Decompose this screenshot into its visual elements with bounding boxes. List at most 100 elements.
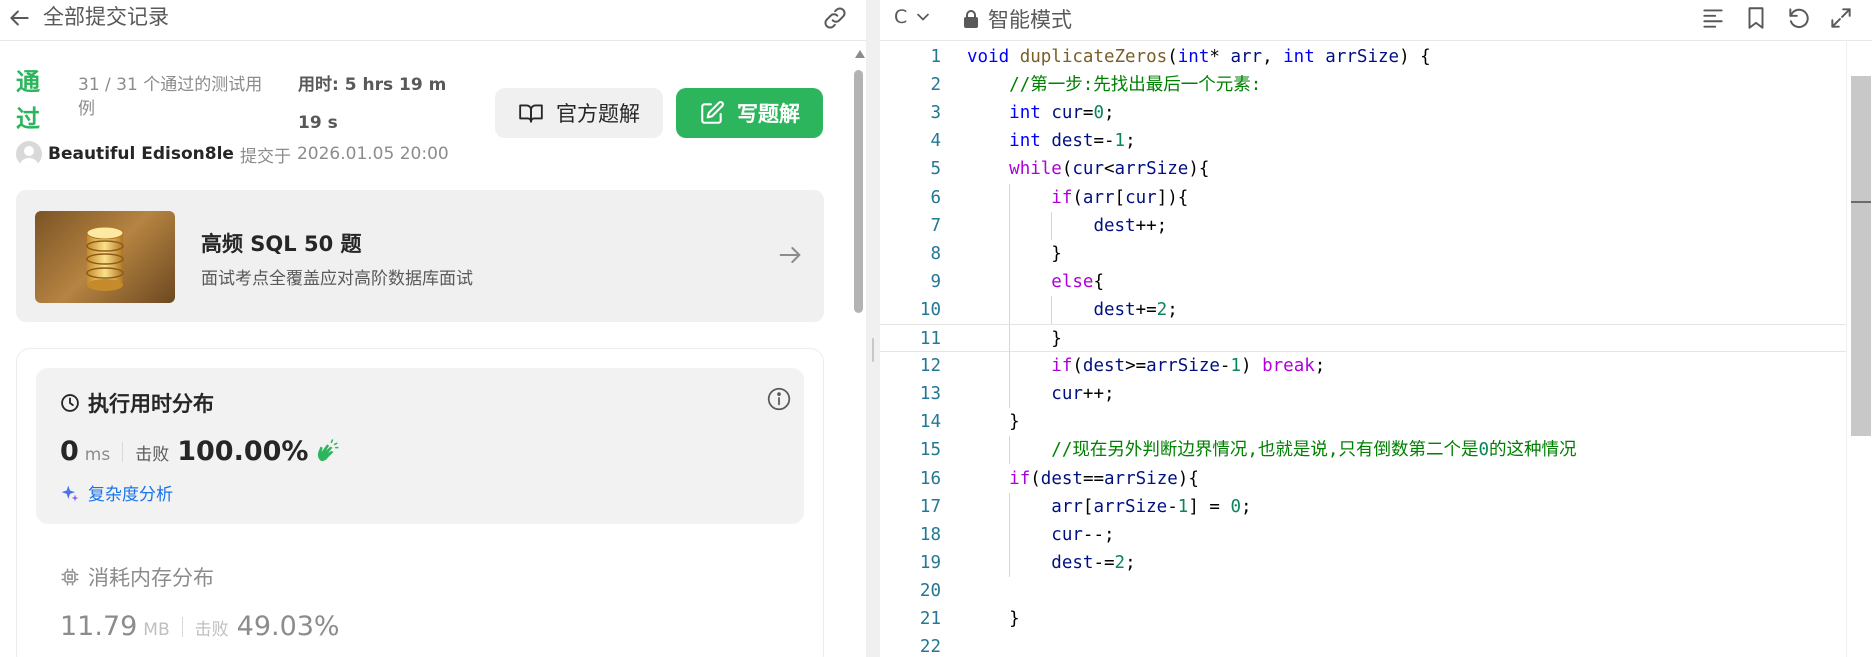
editor-scrollbar[interactable] (1846, 42, 1872, 657)
code-text: arr[arrSize-1] = 0; (1051, 496, 1252, 517)
code-text: while(cur<arrSize){ (1009, 159, 1210, 180)
code-editor[interactable]: 1 void duplicateZeros(int* arr, int arrSi… (880, 42, 1872, 657)
line-number: 6 (930, 187, 941, 208)
left-scrollbar[interactable] (852, 48, 866, 657)
code-line[interactable]: 5 while(cur<arrSize){ (880, 155, 1870, 183)
runtime-beats: 100.00% (177, 436, 309, 467)
code-text: dest++; (1093, 215, 1168, 236)
smart-mode-toggle[interactable]: 智能模式 (962, 4, 1072, 34)
avatar[interactable] (16, 141, 42, 167)
code-line[interactable]: 21 } (880, 605, 1870, 633)
expand-icon[interactable] (1828, 5, 1854, 31)
code-line[interactable]: 22 (880, 633, 1870, 657)
line-number: 19 (919, 552, 941, 573)
code-line[interactable]: 12 if(dest>=arrSize-1) break; (880, 352, 1870, 381)
code-line[interactable]: 7 dest++; (880, 211, 1870, 240)
code-panel: C 智能模式 1 void duplicateZeros(int* arr, i… (880, 0, 1872, 657)
sparkle-icon (61, 485, 79, 501)
arrow-right-icon (779, 247, 801, 263)
testcases-passed: 31 / 31 个通过的测试用例 (78, 75, 263, 119)
runtime-distribution[interactable]: 执行用时分布 0 ms 击败 100.00% 复杂度分析 (36, 368, 804, 524)
code-line[interactable]: 20 (880, 577, 1870, 605)
scroll-up-icon[interactable] (855, 50, 865, 58)
code-text: } (967, 243, 1062, 264)
line-number: 22 (919, 637, 941, 657)
runtime-title-label: 执行用时分布 (88, 392, 214, 416)
code-line[interactable]: 2 //第一步:先找出最后一个元素: (880, 71, 1870, 99)
runtime-unit: ms (84, 445, 111, 465)
code-line[interactable]: 18 cur--; (880, 520, 1870, 549)
line-number: 12 (919, 356, 941, 377)
clap-icon (318, 438, 340, 461)
info-icon[interactable] (766, 386, 792, 412)
chip-icon (61, 568, 79, 586)
line-number: 17 (919, 496, 941, 517)
memory-value: 11.79 (60, 611, 138, 642)
official-solution-button[interactable]: 官方题解 (495, 88, 663, 138)
code-line[interactable]: 13 cur++; (880, 380, 1870, 409)
line-number: 13 (919, 384, 941, 405)
author-name[interactable]: Beautiful Edison8le (48, 144, 234, 164)
panel-resize-handle[interactable] (866, 0, 880, 657)
code-line[interactable]: 3 int cur=0; (880, 99, 1870, 127)
divider (122, 441, 124, 462)
line-number: 20 (919, 580, 941, 601)
user-icon (19, 146, 39, 167)
code-line[interactable]: 4 int dest=-1; (880, 127, 1870, 155)
code-text: dest-=2; (1051, 552, 1136, 573)
submitted-label: 提交于 (239, 146, 291, 167)
clock-icon (61, 394, 79, 412)
code-text: } (967, 412, 1020, 433)
code-text: dest+=2; (1093, 299, 1178, 320)
line-number: 1 (930, 47, 941, 67)
complexity-analysis-link[interactable]: 复杂度分析 (60, 480, 173, 505)
code-line[interactable]: 1 void duplicateZeros(int* arr, int arrSi… (880, 43, 1870, 71)
code-text: if(dest==arrSize){ (1009, 468, 1199, 489)
code-text: else{ (1051, 271, 1104, 292)
runtime-title: 执行用时分布 (60, 388, 214, 418)
line-number: 4 (930, 131, 941, 152)
memory-title[interactable]: 消耗内存分布 (60, 562, 214, 592)
memory-values: 11.79 MB 击败 49.03% (60, 611, 340, 642)
undo-icon[interactable] (1786, 5, 1812, 31)
line-number: 16 (919, 468, 941, 489)
write-solution-button[interactable]: 写题解 (676, 88, 823, 138)
runtime-value: 0 (60, 436, 79, 467)
line-number: 2 (930, 75, 941, 96)
link-icon[interactable] (821, 4, 849, 32)
code-text: //第一步:先找出最后一个元素: (1009, 75, 1262, 96)
edit-icon (701, 101, 724, 124)
line-number: 21 (919, 609, 941, 629)
bookmark-icon[interactable] (1743, 5, 1769, 31)
leetcode-submission-page: 全部提交记录 通过 31 / 31 个通过的测试用例 用时: 5 hrs 19 … (0, 0, 1872, 657)
study-plan-card[interactable]: 高频 SQL 50 题 面试考点全覆盖应对高阶数据库面试 (16, 190, 824, 322)
code-line[interactable]: 11 } (880, 324, 1870, 353)
code-line[interactable]: 19 dest-=2; (880, 548, 1870, 577)
code-line[interactable]: 17 arr[arrSize-1] = 0; (880, 492, 1870, 521)
line-number: 10 (919, 299, 941, 320)
line-number: 9 (930, 271, 941, 292)
code-line[interactable]: 10 dest+=2; (880, 295, 1870, 324)
code-line[interactable]: 15 //现在另外判断边界情况,也就是说,只有倒数第二个是0的这种情况 (880, 436, 1870, 465)
code-line[interactable]: 16 if(dest==arrSize){ (880, 465, 1870, 493)
language-select[interactable]: C (894, 6, 933, 28)
scrollbar-thumb[interactable] (854, 70, 863, 313)
line-number: 14 (919, 412, 941, 433)
format-icon[interactable] (1700, 5, 1726, 31)
code-text: } (967, 329, 1062, 349)
code-text: if(arr[cur]){ (1051, 187, 1189, 208)
resize-grip (872, 338, 874, 362)
runtime-summary: 用时: 5 hrs 19 m 19 s (298, 75, 447, 133)
code-line[interactable]: 8 } (880, 239, 1870, 268)
code-text: void duplicateZeros(int* arr, int arrSiz… (967, 47, 1431, 67)
study-plan-title: 高频 SQL 50 题 (201, 232, 362, 256)
code-toolbar: C 智能模式 (880, 0, 1872, 41)
code-line[interactable]: 14 } (880, 408, 1870, 436)
arrow-left-icon[interactable] (6, 5, 32, 31)
memory-title-label: 消耗内存分布 (88, 566, 214, 590)
code-line[interactable]: 9 else{ (880, 267, 1870, 296)
performance-card: 执行用时分布 0 ms 击败 100.00% 复杂度分析 消耗内存分布 11.7… (16, 348, 824, 657)
scrollbar-thumb[interactable] (1851, 76, 1871, 436)
code-text: int dest=-1; (1009, 131, 1136, 152)
code-line[interactable]: 6 if(arr[cur]){ (880, 183, 1870, 212)
